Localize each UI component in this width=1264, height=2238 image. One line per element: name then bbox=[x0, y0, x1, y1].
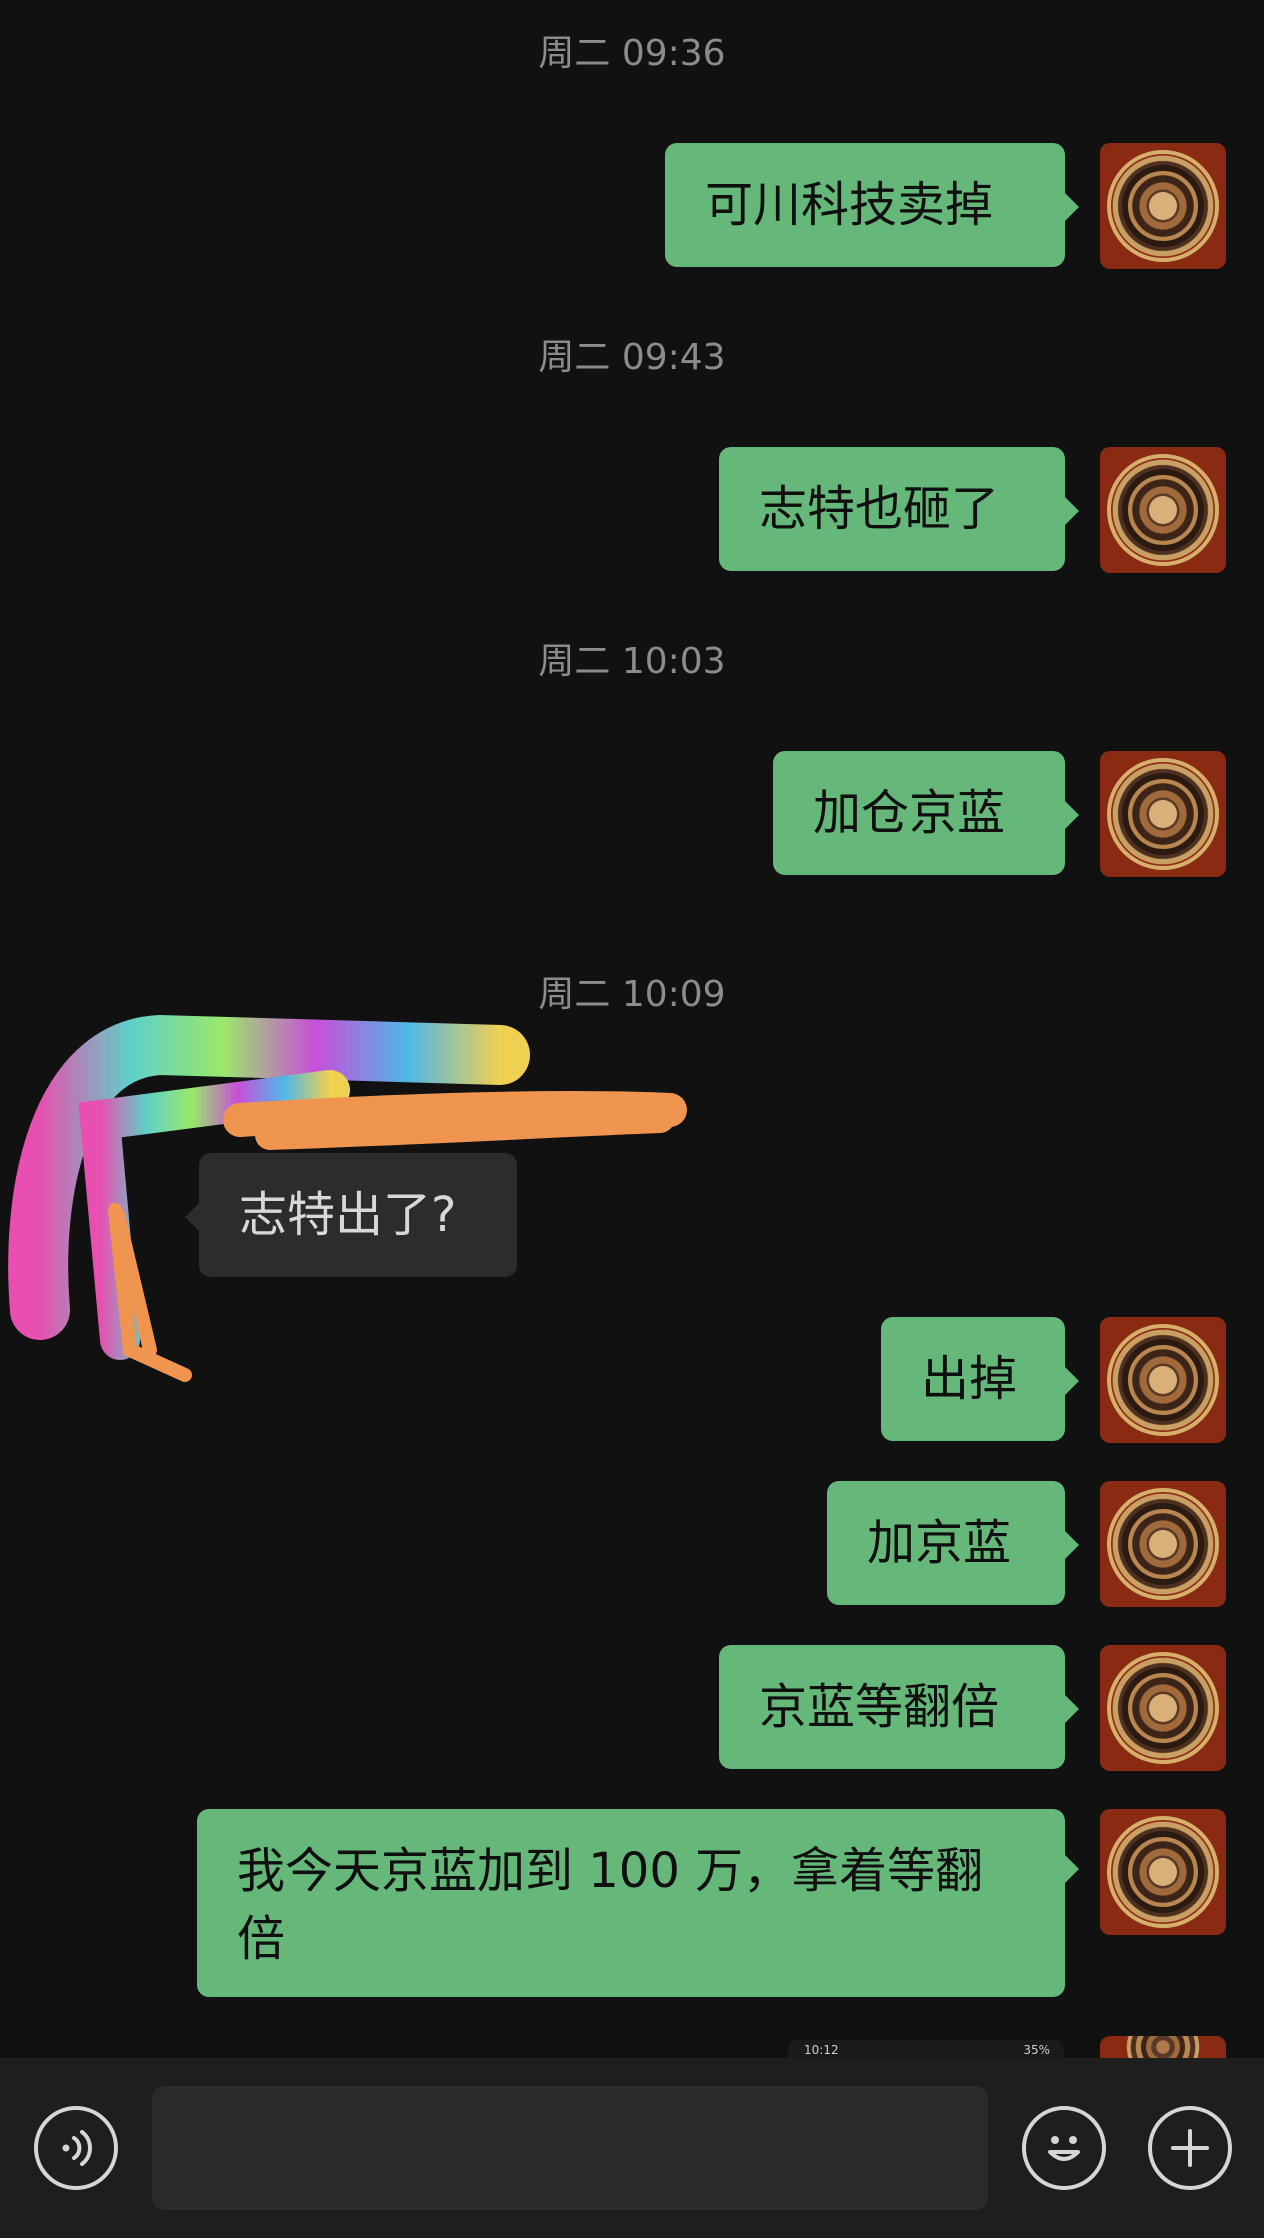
outgoing-message[interactable]: 加仓京蓝 bbox=[773, 751, 1079, 875]
plus-icon bbox=[1171, 2129, 1209, 2167]
screenshot-thumbnail[interactable]: 10:12 35% bbox=[788, 2040, 1064, 2060]
message-input[interactable] bbox=[152, 2086, 988, 2210]
emoji-button[interactable] bbox=[1022, 2106, 1106, 2190]
incoming-message[interactable]: 志特出了? bbox=[185, 1153, 517, 1277]
user-avatar[interactable] bbox=[1100, 1317, 1226, 1443]
voice-button[interactable] bbox=[34, 2106, 118, 2190]
emoji-icon bbox=[1048, 2136, 1080, 2161]
user-avatar[interactable] bbox=[1100, 1481, 1226, 1607]
timestamp: 周二 09:43 bbox=[538, 337, 726, 378]
voice-icon bbox=[62, 2130, 92, 2166]
user-avatar[interactable] bbox=[1100, 143, 1226, 269]
user-avatar[interactable] bbox=[1100, 751, 1226, 877]
timestamp: 周二 09:36 bbox=[538, 33, 726, 74]
timestamp: 周二 10:03 bbox=[538, 641, 726, 682]
outgoing-message[interactable]: 京蓝等翻倍 bbox=[719, 1645, 1079, 1769]
user-avatar[interactable] bbox=[1100, 1645, 1226, 1771]
thumbnail-battery: 35% bbox=[1023, 2043, 1050, 2057]
outgoing-message[interactable]: 志特也砸了 bbox=[719, 447, 1079, 571]
user-avatar[interactable] bbox=[1100, 1809, 1226, 1935]
user-avatar[interactable] bbox=[1100, 2036, 1226, 2058]
outgoing-message[interactable]: 出掉 bbox=[881, 1317, 1079, 1441]
timestamp: 周二 10:09 bbox=[538, 974, 726, 1015]
outgoing-message[interactable]: 加京蓝 bbox=[827, 1481, 1079, 1605]
outgoing-message[interactable]: 我今天京蓝加到 100 万，拿着等翻倍 bbox=[197, 1809, 1079, 1997]
user-avatar[interactable] bbox=[1100, 447, 1226, 573]
outgoing-message[interactable]: 可川科技卖掉 bbox=[665, 143, 1079, 267]
thumbnail-time: 10:12 bbox=[804, 2043, 839, 2057]
plus-button[interactable] bbox=[1148, 2106, 1232, 2190]
